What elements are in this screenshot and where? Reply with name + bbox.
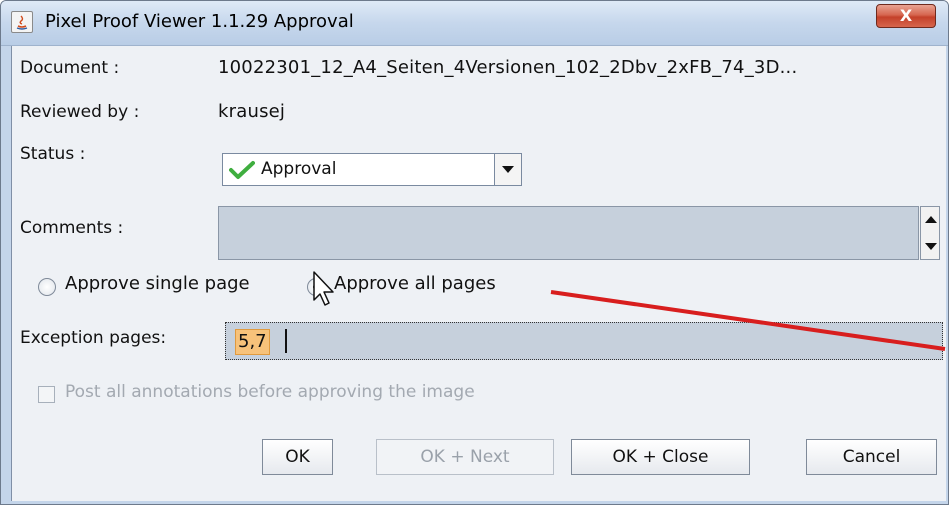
comments-field[interactable] (218, 206, 919, 260)
comments-label: Comments : (20, 218, 124, 238)
title-bar: Pixel Proof Viewer 1.1.29 Approval X (1, 1, 948, 46)
ok-close-button[interactable]: OK + Close (571, 439, 750, 475)
exception-pages-input[interactable]: 5,7 (225, 322, 943, 360)
mouse-cursor-icon (313, 271, 334, 306)
scroll-up-icon[interactable] (925, 216, 937, 223)
post-annotations-checkbox[interactable] (38, 386, 55, 403)
status-dropdown[interactable]: Approval (222, 153, 522, 186)
approval-dialog: Pixel Proof Viewer 1.1.29 Approval X Doc… (0, 0, 949, 505)
close-button[interactable]: X (876, 4, 936, 28)
java-icon (11, 11, 33, 33)
reviewed-by-value: krausej (218, 101, 286, 122)
text-caret (285, 329, 287, 353)
status-value: Approval (261, 159, 337, 179)
dialog-content: Document : 10022301_12_A4_Seiten_4Versio… (11, 46, 946, 501)
status-label: Status : (20, 144, 86, 164)
document-label: Document : (20, 58, 120, 78)
window-title: Pixel Proof Viewer 1.1.29 Approval (45, 11, 354, 32)
chevron-down-icon (502, 166, 514, 173)
approve-single-radio[interactable] (38, 278, 56, 296)
comments-scrollbar[interactable] (920, 206, 940, 260)
ok-next-button[interactable]: OK + Next (376, 439, 554, 475)
exception-pages-value: 5,7 (235, 329, 270, 355)
checkmark-icon (229, 161, 255, 179)
close-icon: X (899, 6, 913, 25)
approve-all-label[interactable]: Approve all pages (334, 273, 496, 294)
post-annotations-label: Post all annotations before approving th… (65, 382, 475, 402)
ok-button[interactable]: OK (262, 439, 333, 475)
exception-pages-label: Exception pages: (20, 328, 167, 348)
document-value: 10022301_12_A4_Seiten_4Versionen_102_2Db… (218, 57, 798, 78)
cancel-button[interactable]: Cancel (806, 439, 937, 475)
approve-single-label[interactable]: Approve single page (65, 273, 250, 294)
scroll-down-icon[interactable] (925, 243, 937, 250)
status-dropdown-arrow[interactable] (494, 154, 521, 185)
reviewed-by-label: Reviewed by : (20, 102, 140, 122)
